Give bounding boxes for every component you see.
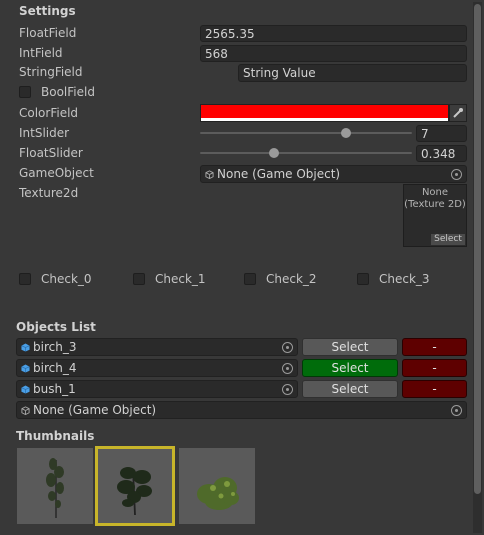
float-slider-handle[interactable]: [268, 148, 279, 158]
bool-field-label: BoolField: [41, 85, 95, 99]
object-row-1-name: birch_4: [33, 361, 77, 375]
color-field-swatch[interactable]: [200, 104, 449, 122]
float-slider-track[interactable]: [200, 152, 412, 154]
object-row-1-remove-button[interactable]: -: [402, 359, 467, 377]
float-slider-label: FloatSlider: [19, 146, 83, 160]
prefab-icon: [21, 343, 30, 352]
int-field-input[interactable]: 568: [200, 45, 467, 62]
thumbnail-2[interactable]: [179, 448, 255, 524]
prefab-icon: [21, 385, 30, 394]
thumbnail-1-selected[interactable]: [95, 446, 175, 526]
object-row-0-name: birch_3: [33, 340, 77, 354]
check-0-checkbox[interactable]: [19, 273, 31, 285]
game-object-icon: [205, 170, 214, 179]
prefab-icon: [21, 364, 30, 373]
thumbnail-0[interactable]: [17, 448, 93, 524]
object-row-0-select-button[interactable]: Select: [302, 338, 398, 356]
check-3-label: Check_3: [379, 272, 430, 286]
int-slider-handle[interactable]: [341, 128, 352, 138]
object-picker-icon[interactable]: [451, 169, 462, 180]
object-picker-icon[interactable]: [451, 405, 462, 416]
scrollbar-thumb[interactable]: [474, 4, 481, 494]
string-field-input[interactable]: String Value: [238, 64, 467, 82]
int-slider-label: IntSlider: [19, 126, 70, 140]
object-row-0-remove-button[interactable]: -: [402, 338, 467, 356]
birch-tree-icon: [117, 467, 152, 516]
check-1-label: Check_1: [155, 272, 206, 286]
object-row-1-select-button[interactable]: Select: [302, 359, 398, 377]
object-picker-icon[interactable]: [282, 342, 293, 353]
color-field-label: ColorField: [19, 106, 79, 120]
float-slider-value[interactable]: 0.348: [416, 145, 467, 162]
texture2d-label: Texture2d: [19, 186, 79, 200]
object-picker-icon[interactable]: [282, 363, 293, 374]
object-row-2-field[interactable]: bush_1: [16, 380, 298, 398]
color-picker-button[interactable]: [449, 104, 467, 122]
texture2d-select-button[interactable]: Select: [431, 234, 465, 245]
objects-list-header: Objects List: [16, 320, 96, 334]
settings-header: Settings: [19, 4, 76, 18]
color-swatch-fill: [201, 105, 448, 118]
object-row-1-field[interactable]: birch_4: [16, 359, 298, 377]
check-1-checkbox[interactable]: [133, 273, 145, 285]
check-2-checkbox[interactable]: [244, 273, 256, 285]
eyedropper-icon: [453, 108, 463, 118]
int-slider-track[interactable]: [200, 132, 412, 134]
object-empty-slot-value: None (Game Object): [33, 403, 157, 417]
game-object-label: GameObject: [19, 166, 94, 180]
float-field-label: FloatField: [19, 26, 77, 40]
int-slider-value[interactable]: 7: [416, 125, 467, 142]
object-picker-icon[interactable]: [282, 384, 293, 395]
birch-tree-icon: [46, 458, 64, 518]
float-field-input[interactable]: 2565.35: [200, 25, 467, 42]
object-row-0-field[interactable]: birch_3: [16, 338, 298, 356]
object-row-2-name: bush_1: [33, 382, 76, 396]
bush-icon: [197, 477, 239, 510]
scrollbar-track[interactable]: [473, 2, 482, 533]
object-row-2-select-button[interactable]: Select: [302, 380, 398, 398]
int-field-label: IntField: [19, 46, 63, 60]
object-empty-slot-field[interactable]: None (Game Object): [16, 401, 467, 419]
thumbnails-header: Thumbnails: [16, 429, 95, 443]
texture2d-field[interactable]: None (Texture 2D) Select: [403, 184, 467, 247]
check-3-checkbox[interactable]: [357, 273, 369, 285]
game-object-field[interactable]: None (Game Object): [200, 165, 467, 183]
check-0-label: Check_0: [41, 272, 92, 286]
bool-field-checkbox[interactable]: [19, 86, 31, 98]
game-object-icon: [21, 406, 30, 415]
texture2d-preview-text: None (Texture 2D): [404, 187, 466, 210]
game-object-value: None (Game Object): [217, 167, 341, 181]
check-2-label: Check_2: [266, 272, 317, 286]
object-row-2-remove-button[interactable]: -: [402, 380, 467, 398]
string-field-label: StringField: [19, 65, 83, 79]
